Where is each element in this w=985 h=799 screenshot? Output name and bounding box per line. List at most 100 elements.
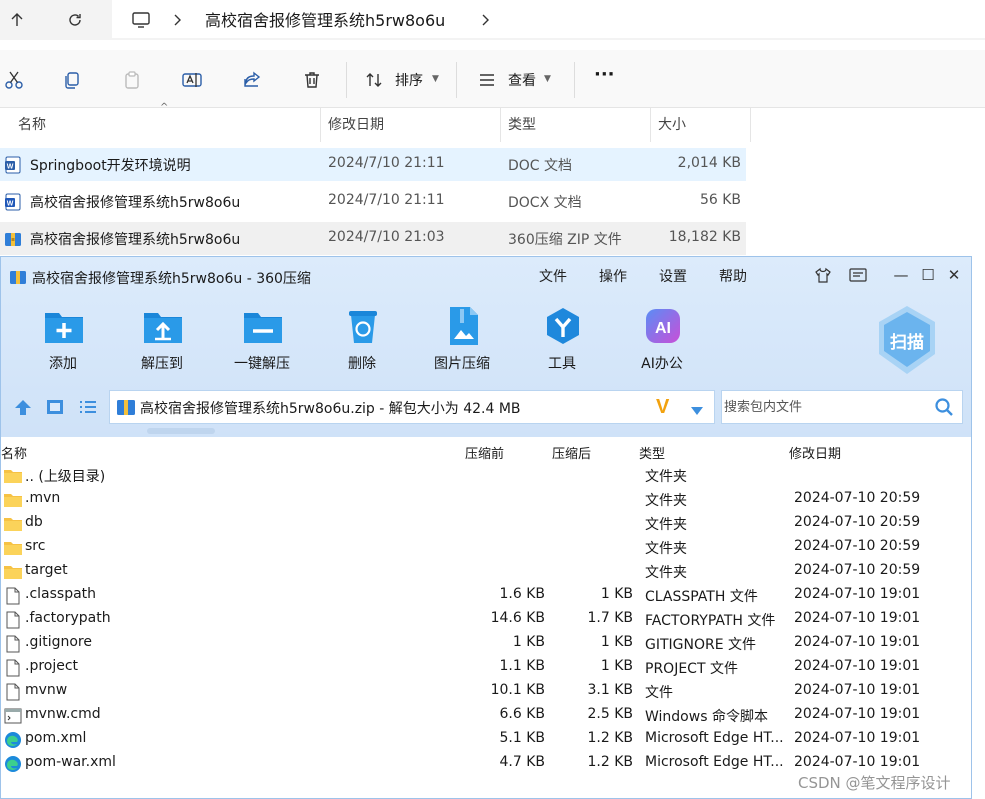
tools-icon [547,308,579,344]
archive-row[interactable]: .mvn 文件夹 2024-07-10 20:59 [1,488,971,512]
refresh-icon[interactable] [60,6,90,34]
archive-path-bar[interactable]: 高校宿舍报修管理系统h5rw8o6u.zip - 解包大小为 42.4 MB V [109,390,715,424]
close-button[interactable]: ✕ [943,265,965,285]
archive-row[interactable]: .gitignore 1 KB 1 KB GITIGNORE 文件 2024-07-10… [1,632,971,656]
menu-settings[interactable]: 设置 [659,266,687,286]
archive-path-text: 高校宿舍报修管理系统h5rw8o6u.zip - 解包大小为 42.4 MB [140,401,521,417]
column-date[interactable]: 修改日期 [320,108,500,142]
entry-date: 2024-07-10 20:59 [794,490,921,506]
one-click-extract-button[interactable]: 一键解压 [222,305,302,375]
feedback-icon[interactable] [847,265,869,285]
copy-icon[interactable] [58,66,86,94]
sort-button[interactable]: 排序 [395,70,423,90]
entry-date: 2024-07-10 19:01 [794,682,921,698]
thumbnail-view-icon[interactable] [45,398,65,420]
explorer-column-header: 名称 ^ 修改日期 类型 大小 [0,102,752,142]
monitor-icon[interactable] [126,6,156,34]
zip-window: 高校宿舍报修管理系统h5rw8o6u - 360压缩 文件 操作 设置 帮助 —… [0,256,972,799]
archive-row[interactable]: db 文件夹 2024-07-10 20:59 [1,512,971,536]
entry-date: 2024-07-10 19:01 [794,754,921,770]
entry-type: CLASSPATH 文件 [645,589,758,605]
watermark: CSDN @笔文程序设计 [798,774,951,792]
file-row[interactable]: W Springboot开发环境说明 2024/7/10 21:11 DOC 文… [0,148,746,181]
chevron-right-icon[interactable] [470,6,500,34]
explorer-address-area: 高校宿舍报修管理系统h5rw8o6u [0,0,985,40]
column-name[interactable]: 名称 [10,108,320,142]
dropdown-arrow-icon[interactable] [690,401,704,420]
breadcrumb-current-folder[interactable]: 高校宿舍报修管理系统h5rw8o6u [205,7,445,31]
maximize-button[interactable]: ☐ [917,265,939,285]
entry-type: FACTORYPATH 文件 [645,613,776,629]
archive-row[interactable]: pom.xml 5.1 KB 1.2 KB Microsoft Edge HT... 2… [1,728,971,752]
add-label: 添加 [49,356,77,372]
archive-row[interactable]: mvnw 10.1 KB 3.1 KB 文件 2024-07-10 19:01 [1,680,971,704]
search-icon[interactable] [934,397,954,421]
archive-search-box[interactable] [721,390,963,424]
entry-type: 文件夹 [645,517,687,533]
arrow-up-icon[interactable] [13,398,33,420]
chevron-down-icon: ▼ [432,74,439,84]
explorer-command-bar: 排序 ▼ 查看 ▼ ··· [0,50,985,108]
image-compress-button[interactable]: 图片压缩 [422,305,502,375]
screen: 高校宿舍报修管理系统h5rw8o6u 排序 ▼ 查看 ▼ ··· 名称 ^ 修改… [0,0,985,799]
add-icon [45,313,83,343]
ai-office-label: AI办公 [641,356,683,372]
entry-size-after: 1.2 KB [587,754,634,770]
archive-row[interactable]: .. (上级目录) 文件夹 [1,464,971,488]
column-size-after[interactable]: 压缩后 [552,443,591,462]
entry-type: 文件夹 [645,541,687,557]
paste-icon[interactable] [118,66,146,94]
chevron-right-icon[interactable] [162,6,192,34]
column-name[interactable]: 名称 [1,443,27,462]
archive-row[interactable]: mvnw.cmd 6.6 KB 2.5 KB Windows 命令脚本 2024-07-… [1,704,971,728]
ai-office-button[interactable]: AI AI办公 [622,305,702,375]
extract-to-button[interactable]: 解压到 [122,305,202,375]
delete-button[interactable]: 删除 [322,305,402,375]
file-row[interactable]: 高校宿舍报修管理系统h5rw8o6u 2024/7/10 21:03 360压缩… [0,222,746,255]
menu-file[interactable]: 文件 [539,266,567,286]
file-name: 高校宿舍报修管理系统h5rw8o6u [30,195,241,211]
entry-name: .classpath [25,586,97,602]
archive-row[interactable]: .project 1.1 KB 1 KB PROJECT 文件 2024-07-10 1… [1,656,971,680]
archive-row[interactable]: .factorypath 14.6 KB 1.7 KB FACTORYPATH 文件 2… [1,608,971,632]
minimize-button[interactable]: — [890,265,912,285]
column-size-before[interactable]: 压缩前 [465,443,504,462]
archive-row[interactable]: src 文件夹 2024-07-10 20:59 [1,536,971,560]
column-date[interactable]: 修改日期 [789,443,841,462]
chevron-down-icon: ▼ [544,74,551,84]
file-icon [3,587,23,605]
rename-icon[interactable] [178,66,206,94]
entry-size-before: 1.6 KB [499,586,546,602]
view-icon[interactable] [473,66,501,94]
tools-button[interactable]: 工具 [522,305,602,375]
skin-icon[interactable] [812,265,834,285]
view-button[interactable]: 查看 [508,70,536,90]
list-view-icon[interactable] [78,398,98,420]
entry-size-after: 1.2 KB [587,730,634,746]
column-type[interactable]: 类型 [500,108,650,142]
menu-operation[interactable]: 操作 [599,266,627,286]
add-button[interactable]: 添加 [23,305,103,375]
scan-button[interactable]: 扫描 [875,304,939,376]
archive-row[interactable]: target 文件夹 2024-07-10 20:59 [1,560,971,584]
column-type[interactable]: 类型 [639,443,665,462]
entry-type: GITIGNORE 文件 [645,637,757,653]
entry-size-after: 1.7 KB [587,610,634,626]
entry-name: pom-war.xml [25,754,116,770]
entry-type: Microsoft Edge HT... [645,730,784,746]
sort-icon[interactable] [360,66,388,94]
file-date: 2024/7/10 21:11 [328,192,445,208]
column-size[interactable]: 大小 [650,108,750,142]
file-row[interactable]: W 高校宿舍报修管理系统h5rw8o6u 2024/7/10 21:11 DOC… [0,185,746,218]
image-compress-icon [450,307,478,345]
more-options-button[interactable]: ··· [594,64,615,85]
delete-icon[interactable] [298,66,326,94]
menu-help[interactable]: 帮助 [719,266,747,286]
arrow-up-icon[interactable] [2,6,32,34]
cut-icon[interactable] [0,66,28,94]
share-icon[interactable] [238,66,266,94]
search-input[interactable] [724,397,924,417]
extract-to-label: 解压到 [141,356,183,372]
archive-row[interactable]: .classpath 1.6 KB 1 KB CLASSPATH 文件 2024-07-… [1,584,971,608]
entry-size-before: 10.1 KB [490,682,545,698]
